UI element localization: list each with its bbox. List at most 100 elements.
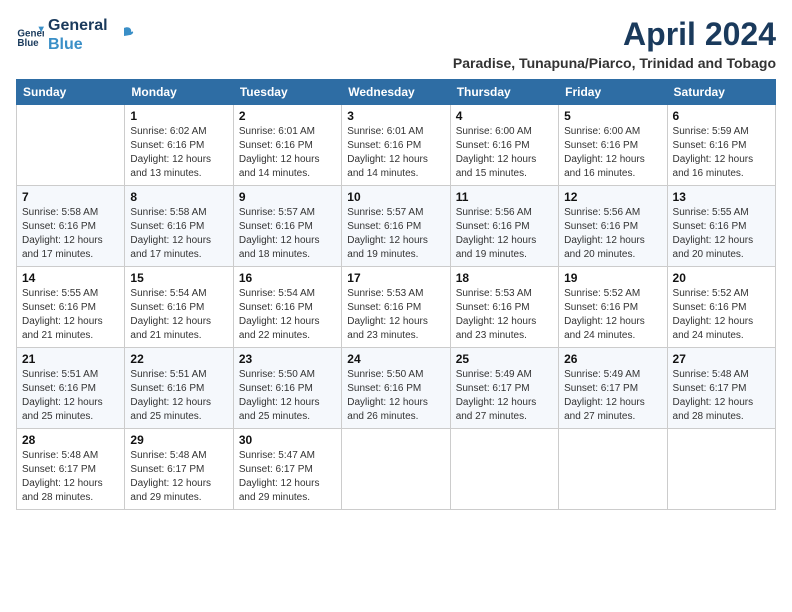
day-info: Sunrise: 5:48 AMSunset: 6:17 PMDaylight:… xyxy=(673,368,770,424)
month-title: April 2024 xyxy=(453,16,776,53)
day-number: 27 xyxy=(673,352,770,366)
day-info: Sunrise: 6:00 AMSunset: 6:16 PMDaylight:… xyxy=(564,125,661,181)
calendar-cell: 8 Sunrise: 5:58 AMSunset: 6:16 PMDaylight… xyxy=(125,186,233,267)
day-number: 13 xyxy=(673,190,770,204)
day-info: Sunrise: 5:54 AMSunset: 6:16 PMDaylight:… xyxy=(239,287,336,343)
calendar-cell: 21 Sunrise: 5:51 AMSunset: 6:16 PMDayligh… xyxy=(17,348,125,429)
calendar-cell xyxy=(17,105,125,186)
day-info: Sunrise: 5:56 AMSunset: 6:16 PMDaylight:… xyxy=(564,206,661,262)
day-number: 11 xyxy=(456,190,553,204)
day-info: Sunrise: 5:49 AMSunset: 6:17 PMDaylight:… xyxy=(564,368,661,424)
calendar-cell: 19Sunrise: 5:52 AMSunset: 6:16 PMDayligh… xyxy=(559,267,667,348)
calendar-week-row: 7Sunrise: 5:58 AMSunset: 6:16 PMDaylight… xyxy=(17,186,776,267)
logo-bird-icon xyxy=(112,24,134,46)
day-info: Sunrise: 5:49 AMSunset: 6:17 PMDaylight:… xyxy=(456,368,553,424)
day-number: 24 xyxy=(347,352,444,366)
day-info: Sunrise: 5:53 AMSunset: 6:16 PMDaylight:… xyxy=(456,287,553,343)
calendar-cell: 17 Sunrise: 5:53 AMSunset: 6:16 PMDayligh… xyxy=(342,267,450,348)
day-number: 15 xyxy=(130,271,227,285)
day-info: Sunrise: 6:01 AMSunset: 6:16 PMDaylight:… xyxy=(239,125,336,181)
day-info: Sunrise: 5:55 AMSunset: 6:16 PMDaylight:… xyxy=(22,287,119,343)
calendar-cell: 24 Sunrise: 5:50 AMSunset: 6:16 PMDayligh… xyxy=(342,348,450,429)
calendar-cell: 27 Sunrise: 5:48 AMSunset: 6:17 PMDayligh… xyxy=(667,348,775,429)
day-number: 23 xyxy=(239,352,336,366)
calendar-cell: 29 Sunrise: 5:48 AMSunset: 6:17 PMDayligh… xyxy=(125,429,233,510)
calendar-cell: 1 Sunrise: 6:02 AMSunset: 6:16 PMDaylight… xyxy=(125,105,233,186)
calendar-cell: 16 Sunrise: 5:54 AMSunset: 6:16 PMDayligh… xyxy=(233,267,341,348)
calendar-table: SundayMondayTuesdayWednesdayThursdayFrid… xyxy=(16,79,776,510)
day-info: Sunrise: 5:59 AMSunset: 6:16 PMDaylight:… xyxy=(673,125,770,181)
calendar-cell: 18 Sunrise: 5:53 AMSunset: 6:16 PMDayligh… xyxy=(450,267,558,348)
day-number: 16 xyxy=(239,271,336,285)
day-info: Sunrise: 5:51 AMSunset: 6:16 PMDaylight:… xyxy=(130,368,227,424)
calendar-cell: 6 Sunrise: 5:59 AMSunset: 6:16 PMDaylight… xyxy=(667,105,775,186)
calendar-week-row: 28 Sunrise: 5:48 AMSunset: 6:17 PMDayligh… xyxy=(17,429,776,510)
logo-icon: General Blue xyxy=(16,21,44,49)
header-monday: Monday xyxy=(125,80,233,105)
day-info: Sunrise: 5:54 AMSunset: 6:16 PMDaylight:… xyxy=(130,287,227,343)
calendar-cell: 22 Sunrise: 5:51 AMSunset: 6:16 PMDayligh… xyxy=(125,348,233,429)
day-info: Sunrise: 5:48 AMSunset: 6:17 PMDaylight:… xyxy=(22,449,119,505)
day-info: Sunrise: 5:50 AMSunset: 6:16 PMDaylight:… xyxy=(239,368,336,424)
day-number: 29 xyxy=(130,433,227,447)
calendar-cell: 14Sunrise: 5:55 AMSunset: 6:16 PMDayligh… xyxy=(17,267,125,348)
header-friday: Friday xyxy=(559,80,667,105)
calendar-cell: 2Sunrise: 6:01 AMSunset: 6:16 PMDaylight… xyxy=(233,105,341,186)
day-info: Sunrise: 6:00 AMSunset: 6:16 PMDaylight:… xyxy=(456,125,553,181)
header-sunday: Sunday xyxy=(17,80,125,105)
day-number: 21 xyxy=(22,352,119,366)
day-number: 6 xyxy=(673,109,770,123)
day-number: 28 xyxy=(22,433,119,447)
day-number: 4 xyxy=(456,109,553,123)
day-number: 30 xyxy=(239,433,336,447)
logo-text-general: General xyxy=(48,16,108,35)
header-tuesday: Tuesday xyxy=(233,80,341,105)
day-info: Sunrise: 5:51 AMSunset: 6:16 PMDaylight:… xyxy=(22,368,119,424)
day-info: Sunrise: 5:57 AMSunset: 6:16 PMDaylight:… xyxy=(347,206,444,262)
day-number: 1 xyxy=(130,109,227,123)
calendar-cell: 12 Sunrise: 5:56 AMSunset: 6:16 PMDayligh… xyxy=(559,186,667,267)
calendar-cell: 7Sunrise: 5:58 AMSunset: 6:16 PMDaylight… xyxy=(17,186,125,267)
day-number: 26 xyxy=(564,352,661,366)
day-info: Sunrise: 6:02 AMSunset: 6:16 PMDaylight:… xyxy=(130,125,227,181)
calendar-cell xyxy=(559,429,667,510)
day-number: 17 xyxy=(347,271,444,285)
day-info: Sunrise: 5:48 AMSunset: 6:17 PMDaylight:… xyxy=(130,449,227,505)
day-number: 25 xyxy=(456,352,553,366)
header-saturday: Saturday xyxy=(667,80,775,105)
calendar-cell: 13Sunrise: 5:55 AMSunset: 6:16 PMDayligh… xyxy=(667,186,775,267)
header-thursday: Thursday xyxy=(450,80,558,105)
day-info: Sunrise: 5:58 AMSunset: 6:16 PMDaylight:… xyxy=(22,206,119,262)
day-info: Sunrise: 5:50 AMSunset: 6:16 PMDaylight:… xyxy=(347,368,444,424)
calendar-cell: 3Sunrise: 6:01 AMSunset: 6:16 PMDaylight… xyxy=(342,105,450,186)
calendar-cell: 9 Sunrise: 5:57 AMSunset: 6:16 PMDaylight… xyxy=(233,186,341,267)
day-number: 22 xyxy=(130,352,227,366)
logo-text-blue: Blue xyxy=(48,35,108,54)
day-info: Sunrise: 5:47 AMSunset: 6:17 PMDaylight:… xyxy=(239,449,336,505)
header-wednesday: Wednesday xyxy=(342,80,450,105)
day-info: Sunrise: 5:58 AMSunset: 6:16 PMDaylight:… xyxy=(130,206,227,262)
day-number: 12 xyxy=(564,190,661,204)
day-number: 8 xyxy=(130,190,227,204)
day-number: 5 xyxy=(564,109,661,123)
calendar-cell: 20 Sunrise: 5:52 AMSunset: 6:16 PMDayligh… xyxy=(667,267,775,348)
title-section: April 2024 Paradise, Tunapuna/Piarco, Tr… xyxy=(453,16,776,71)
day-number: 9 xyxy=(239,190,336,204)
day-number: 10 xyxy=(347,190,444,204)
calendar-cell xyxy=(450,429,558,510)
calendar-week-row: 1 Sunrise: 6:02 AMSunset: 6:16 PMDaylight… xyxy=(17,105,776,186)
calendar-cell: 11Sunrise: 5:56 AMSunset: 6:16 PMDayligh… xyxy=(450,186,558,267)
day-info: Sunrise: 5:53 AMSunset: 6:16 PMDaylight:… xyxy=(347,287,444,343)
calendar-cell: 5 Sunrise: 6:00 AMSunset: 6:16 PMDaylight… xyxy=(559,105,667,186)
day-number: 20 xyxy=(673,271,770,285)
calendar-cell: 30 Sunrise: 5:47 AMSunset: 6:17 PMDayligh… xyxy=(233,429,341,510)
day-info: Sunrise: 5:57 AMSunset: 6:16 PMDaylight:… xyxy=(239,206,336,262)
day-number: 18 xyxy=(456,271,553,285)
calendar-cell: 10 Sunrise: 5:57 AMSunset: 6:16 PMDayligh… xyxy=(342,186,450,267)
calendar-week-row: 14Sunrise: 5:55 AMSunset: 6:16 PMDayligh… xyxy=(17,267,776,348)
calendar-cell: 28 Sunrise: 5:48 AMSunset: 6:17 PMDayligh… xyxy=(17,429,125,510)
svg-text:Blue: Blue xyxy=(17,38,39,49)
day-info: Sunrise: 5:52 AMSunset: 6:16 PMDaylight:… xyxy=(673,287,770,343)
calendar-cell xyxy=(667,429,775,510)
day-number: 19 xyxy=(564,271,661,285)
